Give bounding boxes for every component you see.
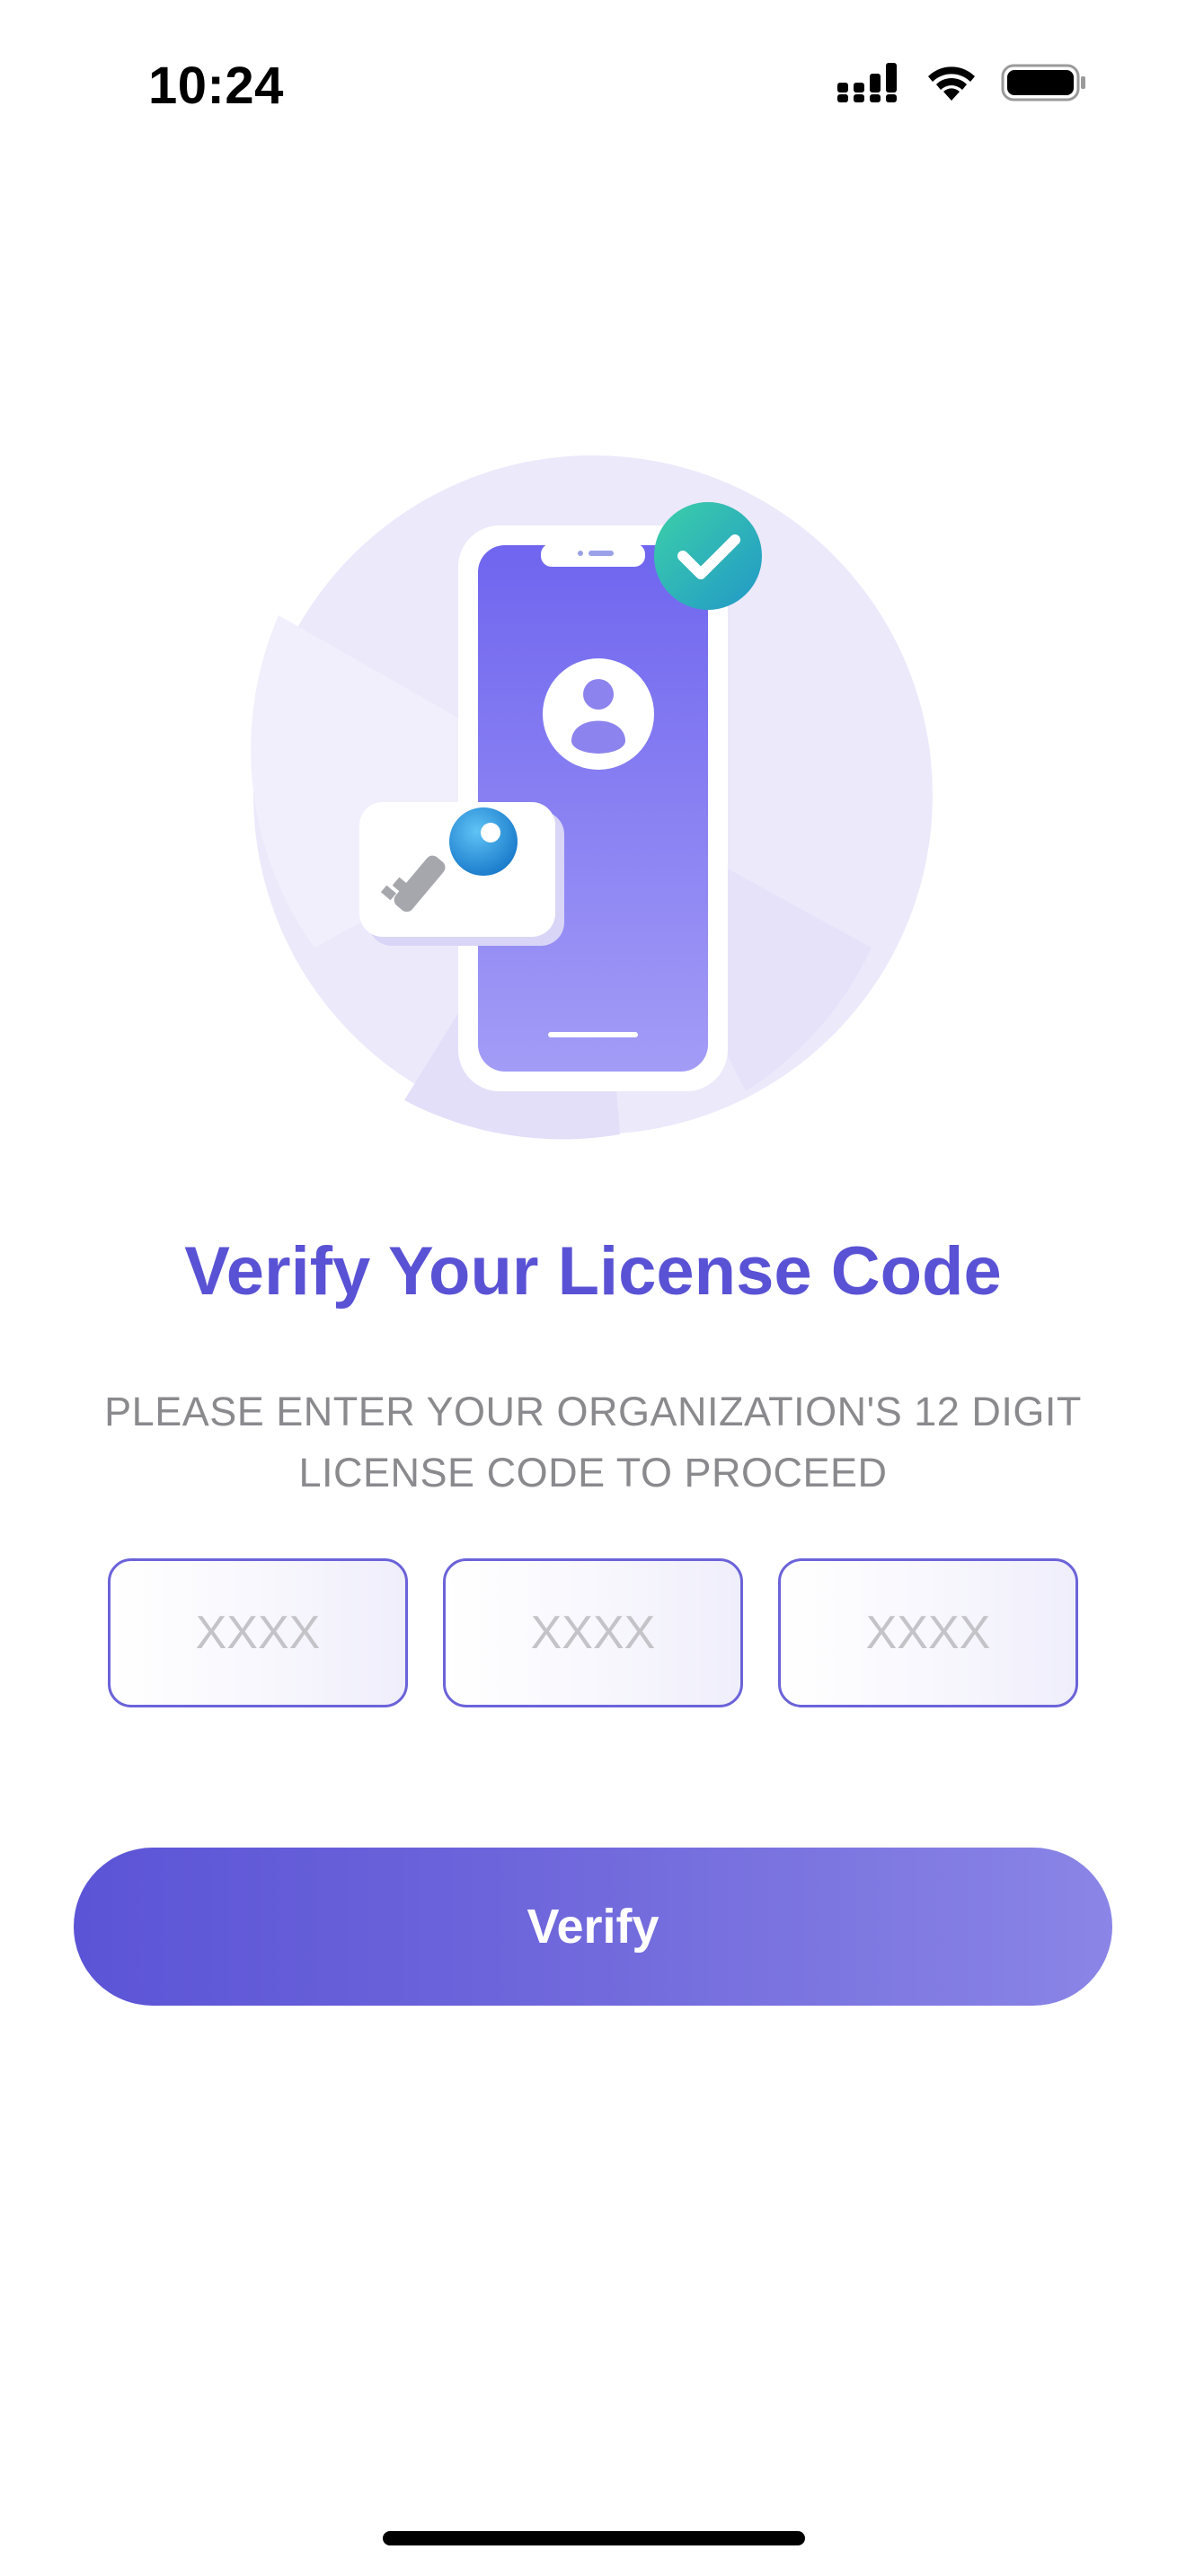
license-verification-screen: 10:24 Verify Your License Code PLEASE EN…	[0, 0, 1186, 2576]
status-bar: 10:24	[0, 0, 1186, 180]
status-icons	[837, 63, 1087, 102]
license-code-field-3[interactable]	[778, 1558, 1078, 1707]
instructions-line-1: PLEASE ENTER YOUR ORGANIZATION'S 12 DIGI…	[104, 1389, 1082, 1434]
instructions-line-2: LICENSE CODE TO PROCEED	[298, 1450, 888, 1495]
license-illustration	[251, 455, 933, 1140]
cellular-signal-icon	[837, 63, 897, 102]
key-icon	[359, 802, 564, 946]
home-indicator[interactable]	[383, 2531, 805, 2545]
page-title: Verify Your License Code	[184, 1233, 1002, 1310]
battery-icon	[1001, 64, 1085, 101]
status-time: 10:24	[148, 57, 284, 115]
wifi-icon	[928, 66, 975, 101]
license-code-field-1[interactable]	[108, 1558, 408, 1707]
license-code-inputs	[108, 1558, 1078, 1713]
user-avatar-icon	[543, 658, 654, 770]
license-code-field-2[interactable]	[443, 1558, 743, 1707]
checkmark-icon	[654, 502, 762, 610]
verify-button[interactable]: Verify	[74, 1848, 1112, 2006]
instructions-text: PLEASE ENTER YOUR ORGANIZATION'S 12 DIGI…	[54, 1381, 1132, 1504]
